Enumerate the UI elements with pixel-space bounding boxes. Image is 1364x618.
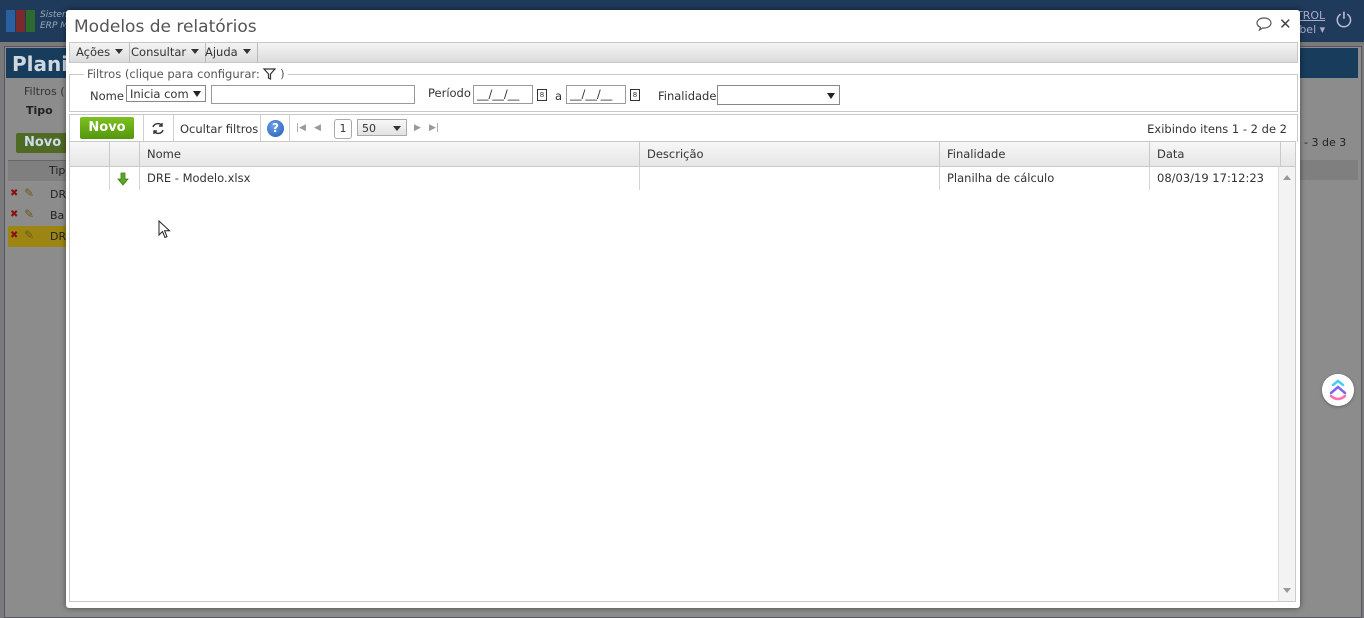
mouse-cursor-icon [158,220,171,239]
background-filters-label: Filtros ( [24,85,65,98]
clickup-icon[interactable] [1322,374,1354,406]
novo-button[interactable]: Novo [80,117,134,139]
scroll-up-icon[interactable] [1283,175,1291,180]
last-page-icon[interactable]: ▶| [429,123,439,133]
download-icon[interactable] [116,171,130,187]
background-row: ✖ ✎ DR [10,186,67,201]
filters-fieldset: Filtros (clique para configurar: ) Nome … [69,67,1298,112]
user-menu[interactable]: TROL bel ▾ [1296,9,1325,37]
models-grid: Nome Descrição Finalidade Data DRE - Mod… [69,141,1296,602]
close-icon[interactable]: ✕ [1279,15,1292,33]
periodo-to-input[interactable]: __/__/__ [566,85,626,104]
periodo-label: Período [428,86,471,100]
col-finalidade[interactable]: Finalidade [940,142,1150,166]
grid-header: Nome Descrição Finalidade Data [70,142,1295,167]
caret-down-icon [115,49,124,54]
menu-ajuda[interactable]: Ajuda [199,43,258,62]
prev-page-icon[interactable]: ◀ [314,123,321,133]
cell-descricao [640,167,940,190]
periodo-from-input[interactable]: __/__/__ [473,85,533,104]
dialog-title: Modelos de relatórios [74,17,257,37]
cell-data: 08/03/19 17:12:23 [1150,167,1279,190]
caret-down-icon [191,49,200,54]
chevron-down-icon [827,93,835,99]
cell-nome: DRE - Modelo.xlsx [140,167,640,190]
filters-legend[interactable]: Filtros (clique para configurar: ) [84,67,288,81]
background-tipo-label: Tipo [26,104,53,117]
first-page-icon[interactable]: |◀ [296,123,306,133]
background-grid-header-right [1296,160,1358,180]
col-select [70,142,110,166]
cell-finalidade: Planilha de cálculo [940,167,1150,190]
col-nome[interactable]: Nome [140,142,640,166]
nome-input[interactable] [211,85,415,104]
delete-icon: ✖ [10,188,19,199]
caret-down-icon [242,49,251,54]
background-row: ✖ ✎ Ba [10,207,65,222]
background-grid-header-label: Tip [49,164,66,177]
pencil-icon: ✎ [24,228,35,242]
menu-acoes[interactable]: Ações [70,43,131,62]
periodo-separator: a [555,89,563,103]
filter-icon[interactable] [263,68,277,80]
help-icon[interactable]: ? [267,120,284,137]
col-actions [110,142,140,166]
scroll-down-icon[interactable] [1283,588,1291,593]
items-count: Exibindo itens 1 - 2 de 2 [1147,122,1287,136]
ocultar-filtros-button[interactable]: Ocultar filtros [180,122,258,136]
comment-icon[interactable] [1256,17,1272,31]
refresh-icon[interactable] [151,122,165,135]
chevron-down-icon [193,91,201,97]
grid-toolbar: Novo Ocultar filtros ? |◀ ◀ 1 50 ▶ ▶| Ex… [69,114,1298,142]
background-page-title: Plani [12,52,69,76]
calendar-icon[interactable]: 8 [537,89,547,101]
current-page[interactable]: 1 [334,119,352,139]
pencil-icon: ✎ [24,207,35,221]
page-size-select[interactable]: 50 [357,119,407,136]
chevron-down-icon [393,126,401,131]
table-row[interactable]: DRE - Modelo.xlsx Planilha de cálculo 08… [70,167,1279,190]
finalidade-select[interactable] [717,85,840,105]
delete-icon: ✖ [10,209,19,220]
calendar-icon[interactable]: 8 [630,89,640,101]
app-logo [6,10,36,32]
menu-bar: Ações Consultar Ajuda [69,42,1298,63]
col-data[interactable]: Data [1150,142,1281,166]
menu-consultar[interactable]: Consultar [125,43,207,62]
grid-scrollbar[interactable] [1278,167,1295,601]
power-icon[interactable]: ⏻ [1336,10,1356,30]
next-page-icon[interactable]: ▶ [414,123,421,133]
delete-icon: ✖ [10,230,19,241]
background-count: - 3 de 3 [1304,136,1347,149]
pencil-icon: ✎ [24,186,35,200]
report-models-dialog: Modelos de relatórios ✕ Ações Consultar … [66,10,1300,608]
finalidade-label: Finalidade [658,89,717,103]
col-descricao[interactable]: Descrição [640,142,940,166]
nome-operator-select[interactable]: Inicia com [126,85,206,102]
nome-label: Nome [90,89,124,103]
background-row-selected: ✖ ✎ DR [8,226,68,247]
